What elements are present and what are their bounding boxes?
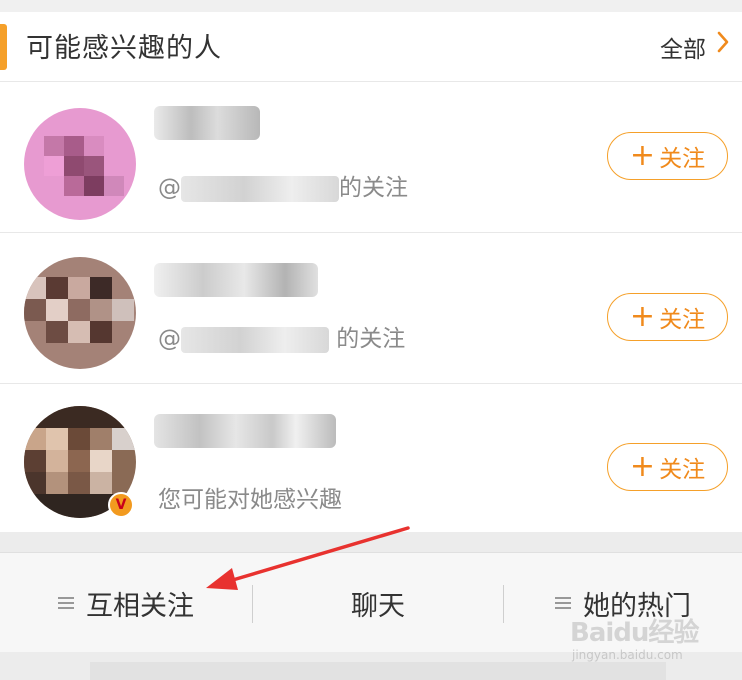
follow-source-text: @ 的关注 [158, 175, 408, 202]
watermark-url: jingyan.baidu.com [572, 648, 683, 662]
suggestion-reason-text: 您可能对她感兴趣 [158, 487, 342, 513]
section-header: 可能感兴趣的人 全部 [0, 12, 742, 82]
tab-mutual-follow[interactable]: 互相关注 [0, 553, 252, 653]
follow-button[interactable]: + 关注 [607, 132, 728, 180]
follow-button[interactable]: + 关注 [607, 443, 728, 491]
tab-label: 聊天 [351, 590, 405, 622]
name-redacted [154, 263, 318, 297]
watermark-logo: Baidu经验 [570, 618, 699, 648]
watermark: Baidu经验 jingyan.baidu.com [570, 612, 710, 668]
plus-icon: + [629, 449, 656, 484]
plus-icon: + [629, 138, 656, 173]
accent-bar [0, 24, 7, 70]
tab-label: 互相关注 [86, 590, 194, 622]
chevron-right-icon[interactable] [716, 31, 730, 53]
see-all-link[interactable]: 全部 [660, 30, 706, 64]
plus-icon: + [629, 299, 656, 334]
tab-chat[interactable]: 聊天 [253, 553, 503, 653]
section-gap [0, 532, 742, 552]
follow-source-text: @ 的关注 [158, 326, 406, 353]
top-strip [0, 0, 742, 12]
suggestion-row[interactable]: @ 的关注 + 关注 [0, 233, 742, 384]
menu-icon [555, 596, 571, 610]
section-title: 可能感兴趣的人 [26, 33, 222, 64]
suggestion-row[interactable]: @ 的关注 + 关注 [0, 82, 742, 233]
name-redacted [154, 106, 260, 140]
avatar[interactable] [24, 257, 136, 369]
name-redacted [154, 414, 336, 448]
interest-card: 可能感兴趣的人 全部 @ 的关注 + 关注 @ 的关注 + 关注 您可能对她感兴… [0, 12, 742, 532]
avatar[interactable] [24, 108, 136, 220]
menu-icon [58, 596, 74, 610]
verified-badge-icon: V [108, 492, 134, 518]
follow-button[interactable]: + 关注 [607, 293, 728, 341]
